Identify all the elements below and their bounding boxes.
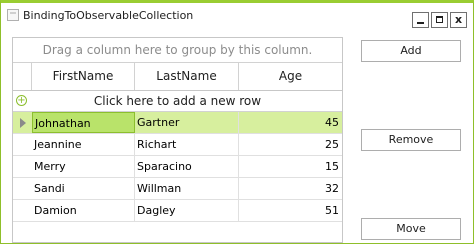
cell-lastname[interactable]: Dagley xyxy=(135,200,239,221)
header-indicator xyxy=(13,63,32,90)
add-button[interactable]: Add xyxy=(361,40,461,62)
cell-age[interactable]: 51 xyxy=(239,200,342,221)
close-button[interactable]: x xyxy=(450,12,467,28)
header-row: FirstName LastName Age xyxy=(13,63,342,91)
maximize-icon xyxy=(436,16,443,23)
cell-firstname[interactable]: Johnathan xyxy=(32,112,135,133)
data-grid[interactable]: Drag a column here to group by this colu… xyxy=(12,37,343,243)
column-header-lastname[interactable]: LastName xyxy=(135,63,239,90)
table-row[interactable]: Johnathan Gartner 45 xyxy=(13,112,342,134)
row-indicator xyxy=(13,178,32,199)
row-indicator xyxy=(13,134,32,155)
cell-lastname[interactable]: Sparacino xyxy=(135,156,239,177)
cell-firstname[interactable]: Sandi xyxy=(32,178,135,199)
cell-age[interactable]: 32 xyxy=(239,178,342,199)
cell-lastname[interactable]: Gartner xyxy=(135,112,239,133)
cell-firstname[interactable]: Merry xyxy=(32,156,135,177)
cell-age[interactable]: 25 xyxy=(239,134,342,155)
window-title: BindingToObservableCollection xyxy=(23,9,194,22)
table-row[interactable]: Damion Dagley 51 xyxy=(13,200,342,222)
move-button[interactable]: Move xyxy=(361,218,461,240)
minimize-icon xyxy=(417,22,424,24)
minimize-button[interactable] xyxy=(412,12,429,28)
cell-firstname[interactable]: Jeannine xyxy=(32,134,135,155)
current-row-arrow-icon xyxy=(20,118,26,128)
row-indicator xyxy=(13,112,32,133)
cell-age[interactable]: 15 xyxy=(239,156,342,177)
row-indicator xyxy=(13,200,32,221)
group-panel[interactable]: Drag a column here to group by this colu… xyxy=(13,38,342,63)
table-row[interactable]: Sandi Willman 32 xyxy=(13,178,342,200)
column-header-firstname[interactable]: FirstName xyxy=(32,63,135,90)
cell-lastname[interactable]: Richart xyxy=(135,134,239,155)
table-row[interactable]: Jeannine Richart 25 xyxy=(13,134,342,156)
cell-lastname[interactable]: Willman xyxy=(135,178,239,199)
group-panel-text: Drag a column here to group by this colu… xyxy=(42,43,313,57)
remove-button[interactable]: Remove xyxy=(361,129,461,151)
table-row[interactable]: Merry Sparacino 15 xyxy=(13,156,342,178)
cell-firstname[interactable]: Damion xyxy=(32,200,135,221)
add-new-row-text: Click here to add a new row xyxy=(93,94,262,108)
maximize-button[interactable] xyxy=(431,12,448,28)
title-bar[interactable]: BindingToObservableCollection x xyxy=(1,3,473,30)
cell-age[interactable]: 45 xyxy=(239,112,342,133)
column-header-age[interactable]: Age xyxy=(239,63,342,90)
app-window: BindingToObservableCollection x Drag a c… xyxy=(0,0,474,244)
row-indicator xyxy=(13,156,32,177)
close-icon: x xyxy=(454,13,463,26)
app-icon xyxy=(7,9,19,21)
add-new-row[interactable]: + Click here to add a new row xyxy=(13,91,342,112)
